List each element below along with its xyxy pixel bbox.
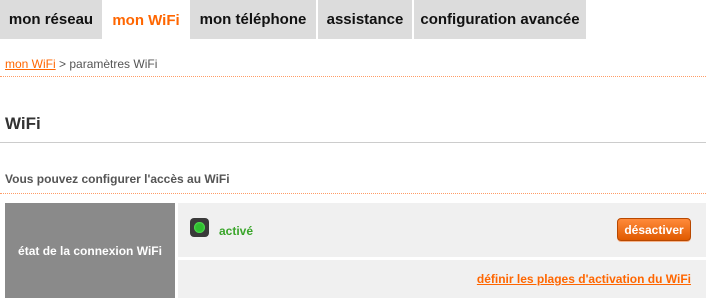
disable-wifi-button[interactable]: désactiver — [617, 218, 691, 241]
tab-configuration-avancee[interactable]: configuration avancée — [414, 0, 588, 39]
connection-label-cell: état de la connexion WiFi — [5, 203, 175, 298]
tab-label: mon réseau — [8, 11, 94, 28]
status-on-icon — [190, 218, 209, 237]
schedule-row: définir les plages d'activation du WiFi — [178, 260, 706, 298]
breadcrumb-current: paramètres WiFi — [69, 57, 158, 71]
intro-text: Vous pouvez configurer l'accès au WiFi — [5, 172, 230, 186]
tab-label: mon téléphone — [199, 11, 307, 28]
status-led — [194, 222, 205, 233]
tab-mon-wifi[interactable]: mon WiFi — [104, 0, 190, 40]
breadcrumb-separator: > — [55, 57, 70, 71]
status-text: activé — [219, 224, 254, 238]
tab-mon-telephone[interactable]: mon téléphone — [190, 0, 318, 39]
tab-label: configuration avancée — [420, 11, 580, 28]
connection-label: état de la connexion WiFi — [18, 243, 162, 258]
tab-label: assistance — [326, 11, 404, 28]
connection-status-row: activé désactiver — [178, 203, 706, 257]
tab-label: mon WiFi — [112, 11, 180, 29]
tab-mon-reseau[interactable]: mon réseau — [0, 0, 104, 39]
title-divider — [0, 142, 706, 143]
nav-filler — [588, 0, 706, 39]
breadcrumb-link-mon-wifi[interactable]: mon WiFi — [5, 57, 56, 71]
button-label: désactiver — [624, 222, 684, 237]
main-nav: mon réseau mon WiFi mon téléphone assist… — [0, 0, 706, 40]
tab-assistance[interactable]: assistance — [318, 0, 414, 39]
breadcrumb: mon WiFi > paramètres WiFi — [5, 57, 157, 71]
wifi-settings-table: état de la connexion WiFi activé désacti… — [5, 203, 706, 298]
schedule-link[interactable]: définir les plages d'activation du WiFi — [477, 272, 691, 286]
divider — [0, 76, 706, 77]
divider — [0, 193, 706, 194]
page-title: WiFi — [5, 114, 41, 133]
